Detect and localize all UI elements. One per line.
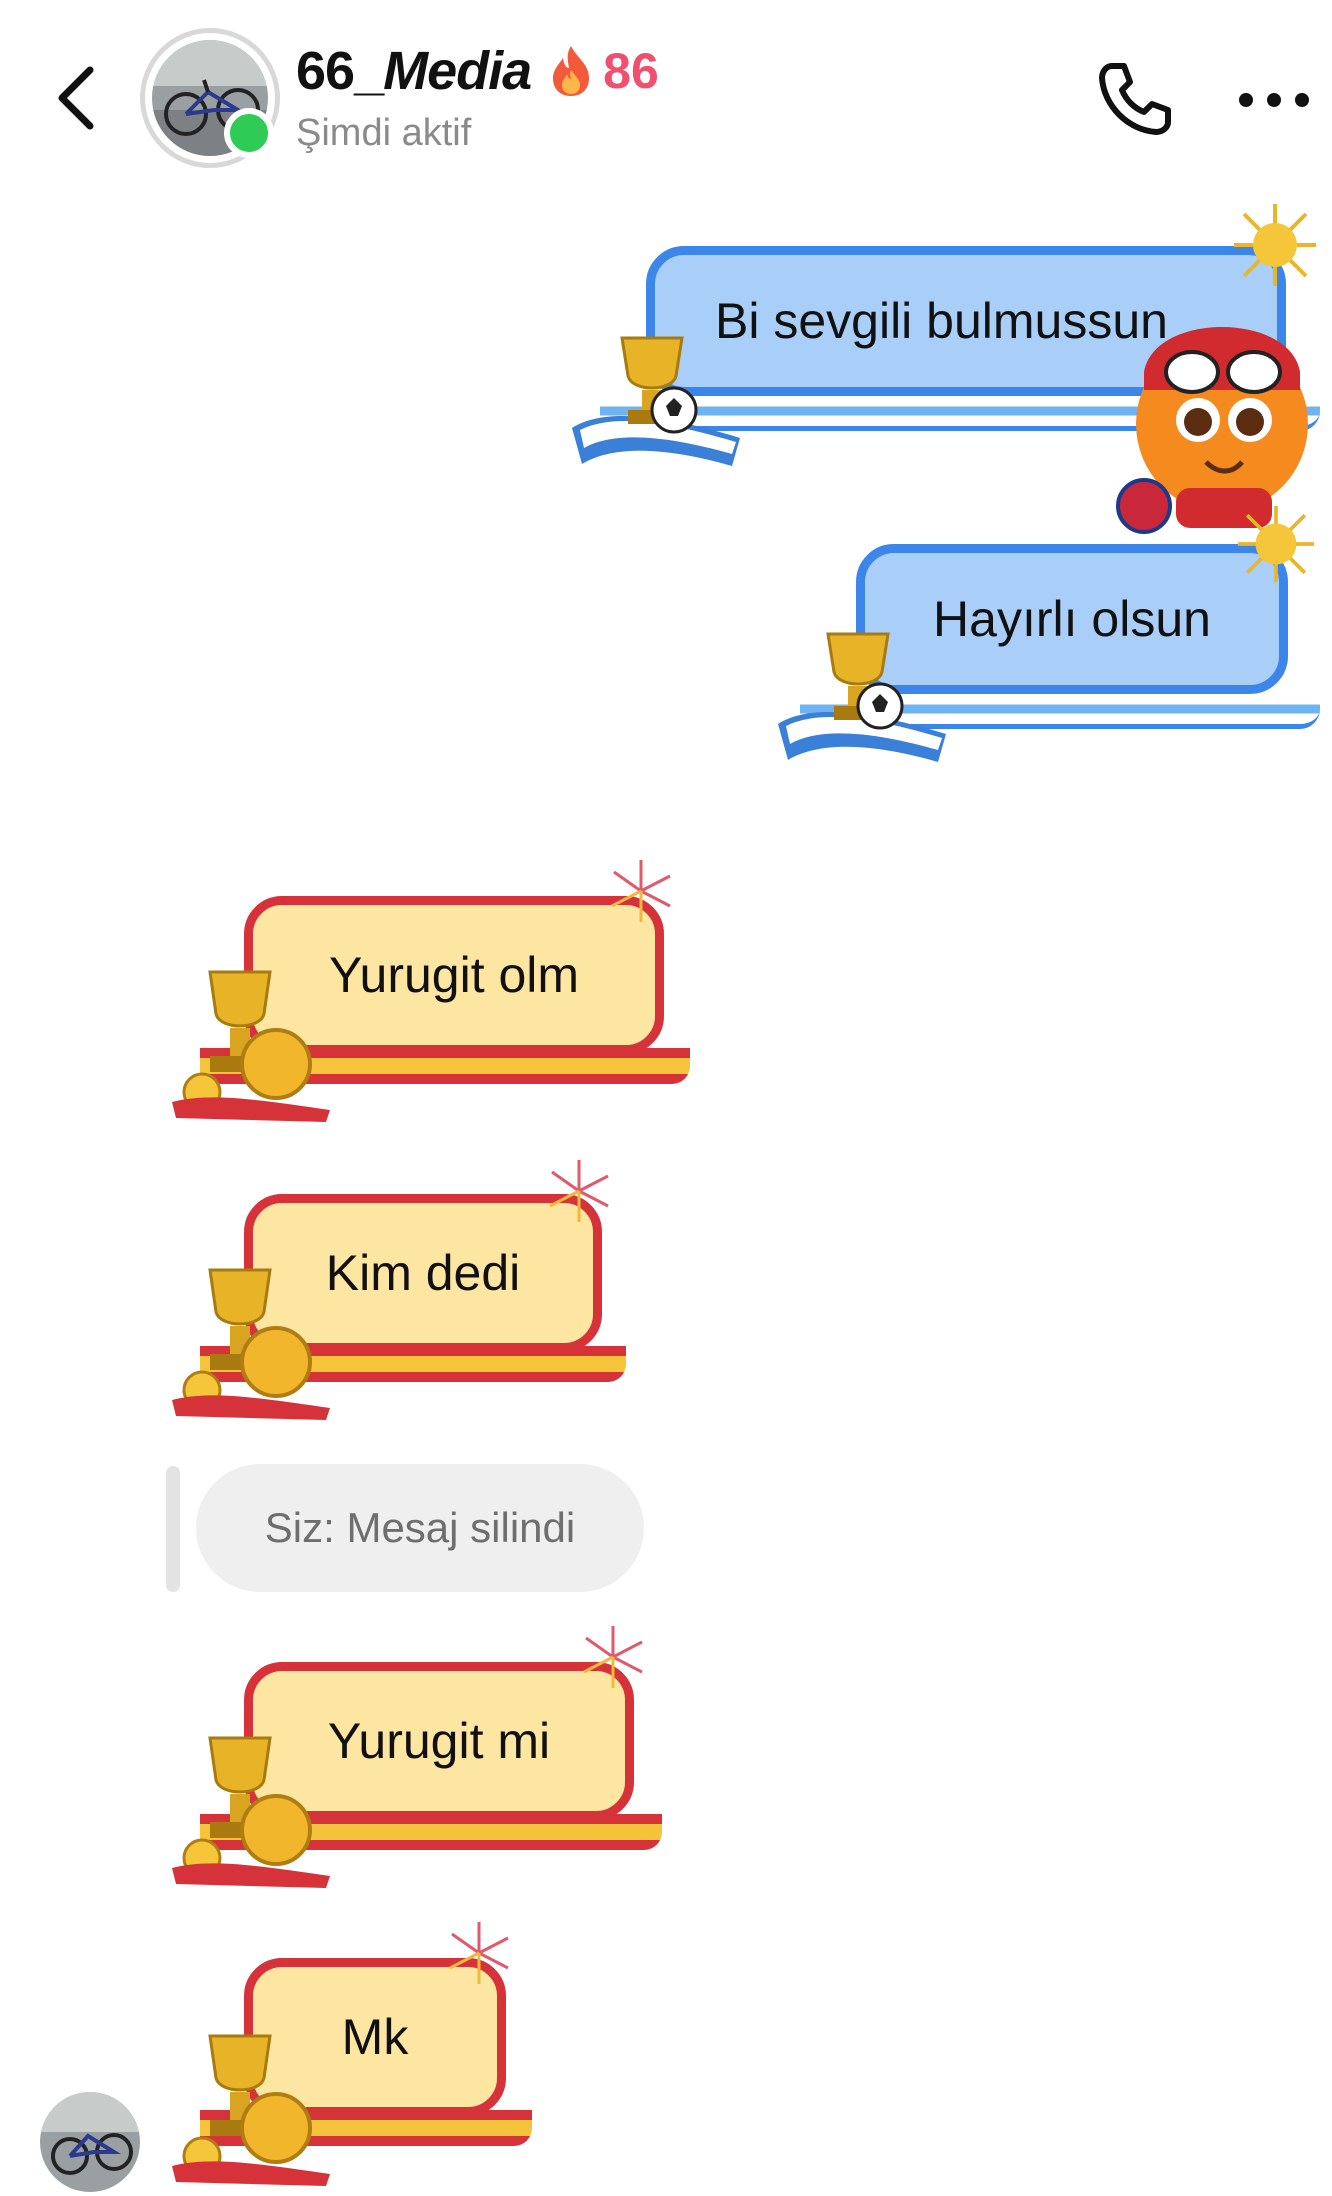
trophy-ball-decoration-icon — [172, 1268, 330, 1420]
reply-bar — [166, 1466, 180, 1592]
trophy-decoration-icon — [778, 632, 946, 762]
fire-icon — [553, 46, 590, 96]
sender-avatar[interactable] — [40, 2092, 140, 2192]
message-text: Mk — [341, 2009, 409, 2065]
online-indicator — [224, 108, 274, 158]
streak-count: 86 — [603, 43, 659, 99]
firework-decoration-icon — [449, 1922, 509, 1984]
firework-decoration-icon — [549, 1160, 609, 1222]
message-text: Yurugit olm — [328, 947, 580, 1003]
activity-status: Şimdi aktif — [296, 112, 472, 154]
trophy-ball-decoration-icon — [172, 1736, 330, 1888]
phone-icon[interactable] — [1094, 56, 1174, 140]
firework-decoration-icon — [583, 1626, 643, 1688]
contact-name: 66_Media — [296, 41, 532, 101]
contact-title[interactable]: 66_Media 86 — [296, 36, 659, 106]
contact-avatar[interactable] — [140, 28, 280, 168]
more-dots-icon[interactable] — [1236, 80, 1312, 120]
message-text: Kim dedi — [325, 1245, 521, 1301]
chevron-left-icon[interactable] — [48, 58, 108, 138]
message-text: Yurugit mi — [327, 1713, 551, 1769]
trophy-decoration-icon — [572, 336, 740, 466]
trophy-ball-decoration-icon — [172, 970, 330, 1122]
sun-decoration-icon — [1237, 505, 1315, 583]
deleted-message-text: Siz: Mesaj silindi — [196, 1464, 644, 1592]
chat-header: 66_Media 86 Şimdi aktif — [0, 0, 1332, 190]
message-text: Hayırlı olsun — [933, 591, 1211, 647]
trophy-ball-decoration-icon — [172, 2034, 330, 2186]
sun-decoration-icon — [1234, 204, 1316, 286]
firework-decoration-icon — [611, 860, 671, 922]
